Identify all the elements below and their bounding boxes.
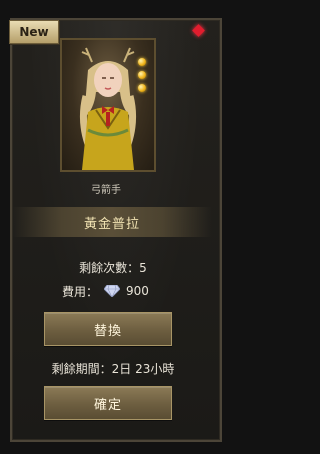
remaining-count: 剩餘次數：5 [79, 261, 147, 275]
cost-value: 900 [126, 284, 149, 298]
diamond-icon [104, 285, 121, 297]
confirm-button[interactable]: 確定 [44, 386, 172, 420]
character-job: 弓箭手 [91, 185, 121, 196]
cost-label: 費用： [62, 284, 99, 299]
character-name: 黃金普拉 [12, 207, 212, 237]
rank-star-icon [138, 84, 146, 92]
remaining-period: 剩餘期間：2日 23小時 [51, 362, 175, 376]
rank-star-icon [138, 58, 146, 66]
rank-star-icon [138, 71, 146, 79]
cost-row: 費用： 900 [62, 282, 149, 300]
new-badge: New [9, 20, 59, 44]
swap-button[interactable]: 替換 [44, 312, 172, 346]
